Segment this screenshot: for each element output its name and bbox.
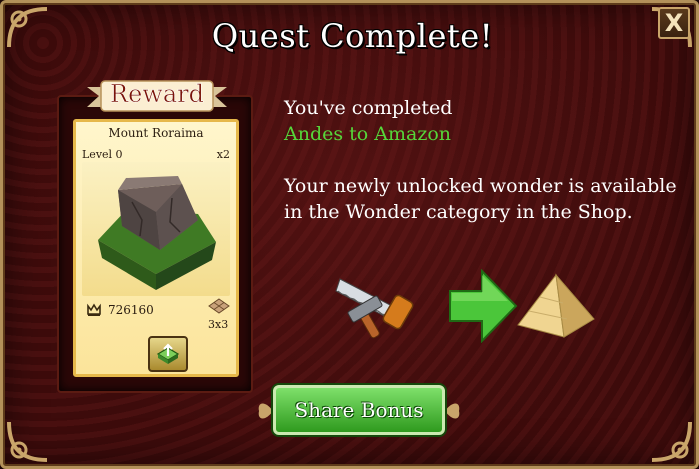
completed-text: You've completed (284, 97, 453, 119)
place-in-world-icon (156, 343, 180, 364)
grid-tiles-icon (208, 298, 230, 314)
quest-name: Andes to Amazon (284, 123, 452, 145)
corner-ornament (5, 418, 51, 464)
quest-complete-dialog: Quest Complete! X Mount Roraima Level 0 … (0, 0, 699, 469)
reward-item-level: Level 0 (82, 148, 123, 161)
reward-item-quantity: x2 (216, 148, 230, 161)
mount-roraima-image (82, 162, 230, 296)
hammer-saw-icon (335, 278, 414, 339)
reward-card: Mount Roraima Level 0 x2 726160 3x3 (73, 119, 239, 377)
green-arrow-right-icon (449, 269, 518, 343)
corner-ornament (648, 418, 694, 464)
place-button[interactable] (148, 336, 188, 372)
close-icon: X (664, 9, 684, 37)
close-button[interactable]: X (658, 7, 690, 39)
crown-icon (86, 302, 102, 318)
share-bonus-button[interactable]: Share Bonus (273, 385, 445, 435)
unlock-message: Your newly unlocked wonder is available … (284, 175, 677, 223)
reward-item-size: 3x3 (208, 318, 229, 331)
reward-ribbon-label: Reward (110, 80, 204, 109)
left-ornament (258, 403, 273, 419)
reward-item-name: Mount Roraima (108, 126, 204, 140)
dialog-title: Quest Complete! (211, 17, 494, 55)
right-ornament (445, 403, 460, 419)
reward-item-cost: 726160 (108, 303, 154, 317)
pyramid-icon (517, 273, 595, 338)
